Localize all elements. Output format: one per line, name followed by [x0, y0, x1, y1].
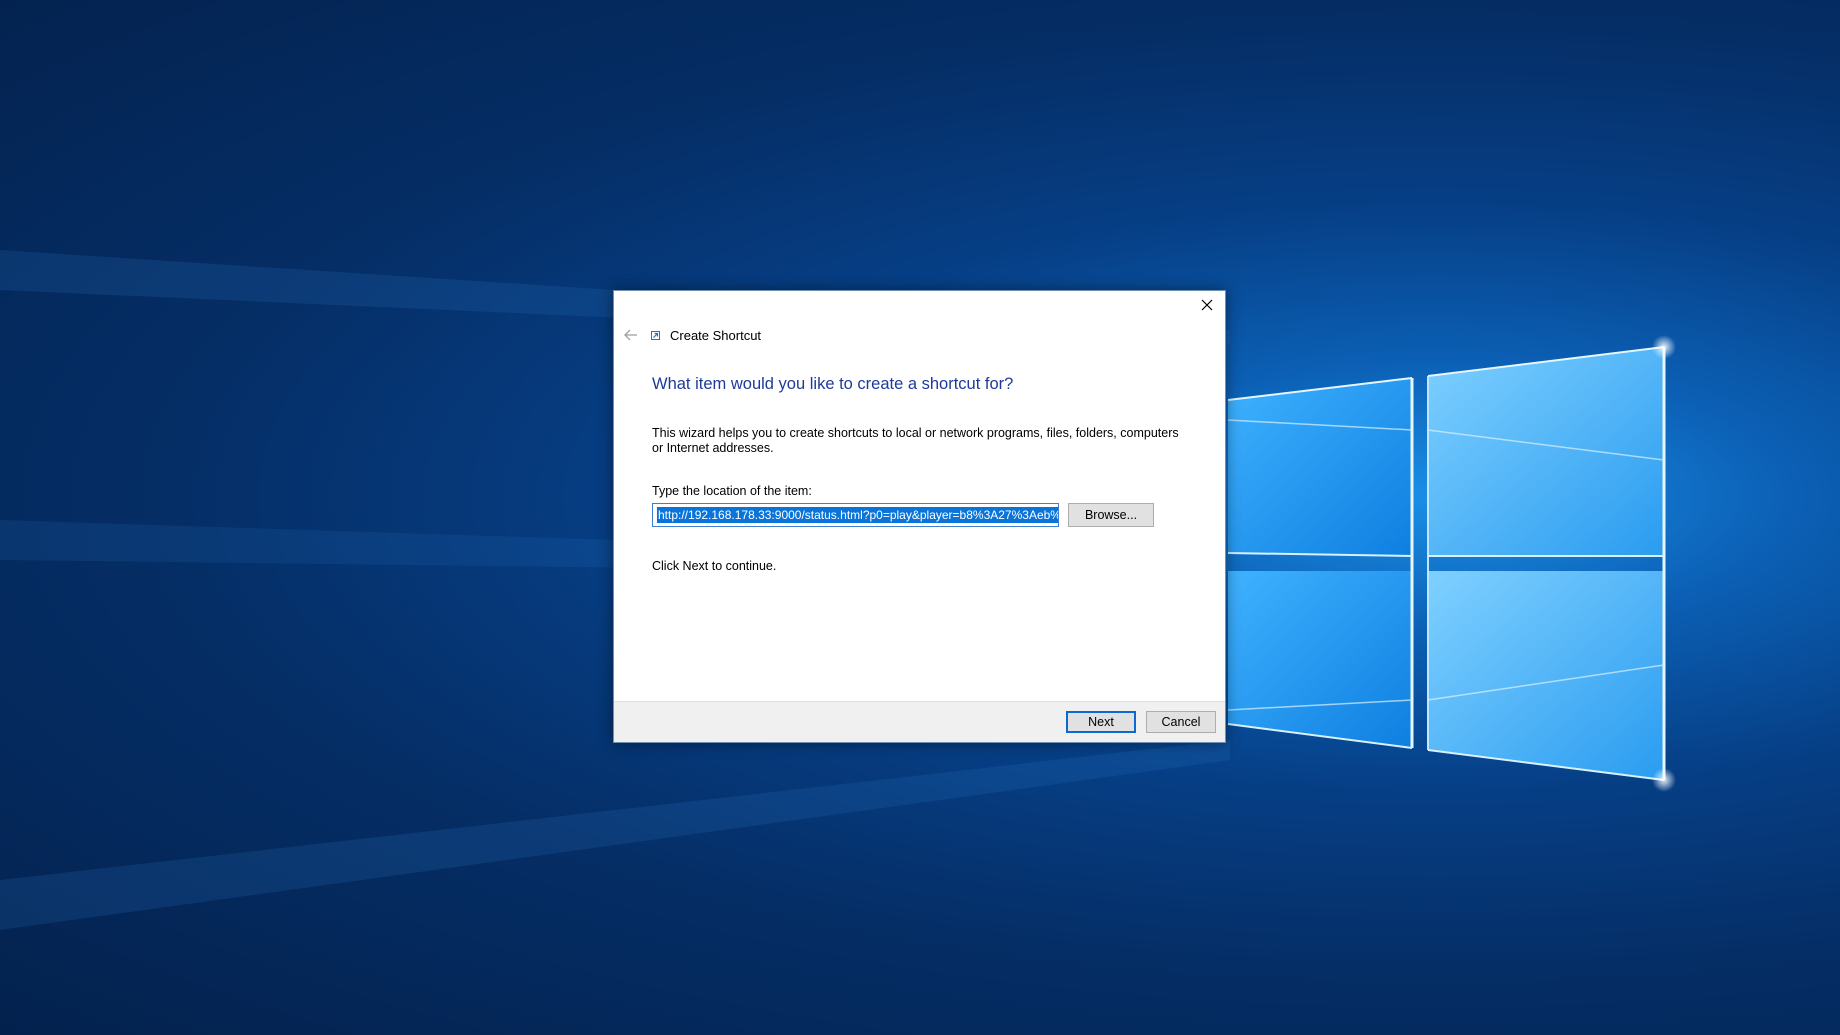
location-input-value: http://192.168.178.33:9000/status.html?p…: [657, 507, 1058, 523]
desktop: Create Shortcut What item would you like…: [0, 0, 1840, 1035]
location-input[interactable]: http://192.168.178.33:9000/status.html?p…: [652, 503, 1059, 527]
create-shortcut-dialog: Create Shortcut What item would you like…: [613, 290, 1226, 743]
dialog-footer: Next Cancel: [614, 701, 1225, 742]
wizard-description: This wizard helps you to create shortcut…: [652, 426, 1179, 455]
back-arrow-icon: [624, 329, 637, 341]
close-icon: [1201, 299, 1213, 311]
location-label: Type the location of the item:: [652, 484, 812, 498]
browse-button[interactable]: Browse...: [1068, 503, 1154, 527]
cancel-button[interactable]: Cancel: [1146, 711, 1216, 733]
continue-instruction: Click Next to continue.: [652, 559, 777, 573]
wizard-title: Create Shortcut: [670, 327, 762, 343]
wizard-header: Create Shortcut: [620, 325, 761, 345]
shortcut-icon: [650, 330, 660, 340]
page-heading: What item would you like to create a sho…: [652, 375, 1014, 393]
next-button[interactable]: Next: [1066, 711, 1136, 733]
close-button[interactable]: [1189, 291, 1225, 319]
back-button[interactable]: [620, 325, 642, 345]
